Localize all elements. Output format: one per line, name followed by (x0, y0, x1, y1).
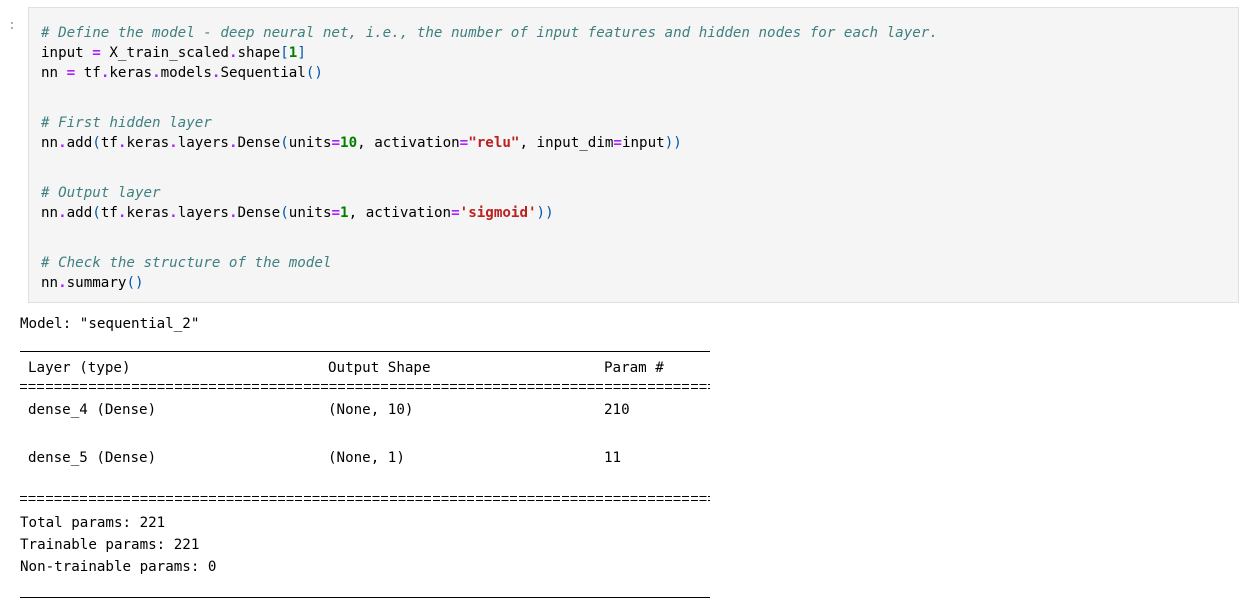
fn-summary: summary (66, 275, 127, 291)
mod-keras: keras (109, 65, 153, 81)
code-line-7: nn.add(tf.keras.layers.Dense(units=1, ac… (41, 205, 554, 221)
mod-tf: tf (100, 135, 118, 151)
cls-dense: Dense (237, 205, 281, 221)
code-line-5: nn.add(tf.keras.layers.Dense(units=10, a… (41, 135, 682, 151)
header-double-rule (20, 384, 710, 390)
cls-sequential: Sequential (220, 65, 306, 81)
var-input: input (41, 45, 84, 61)
var-nn: nn (41, 275, 59, 291)
mod-tf: tf (100, 205, 118, 221)
code-line-6: # Output layer (41, 183, 161, 203)
mod-tf: tf (83, 65, 101, 81)
parens: () (126, 275, 144, 291)
cls-dense: Dense (237, 135, 281, 151)
row-1-shape: (None, 1) (328, 450, 405, 466)
attr-shape: shape (237, 45, 281, 61)
str-sigmoid: 'sigmoid' (459, 205, 537, 221)
header-layer: Layer (type) (28, 360, 131, 376)
kw-activation: activation (365, 205, 452, 221)
code-cell[interactable]: # Define the model - deep neural net, i.… (28, 7, 1239, 303)
code-line-9: nn.summary() (41, 275, 144, 291)
parens: () (305, 65, 323, 81)
kw-units: units (288, 205, 332, 221)
code-line-4: # First hidden layer (41, 113, 212, 133)
mod-keras: keras (126, 135, 170, 151)
comment-output-layer: # Output layer (41, 185, 161, 201)
mod-layers: layers (177, 205, 229, 221)
row-0-shape: (None, 10) (328, 402, 414, 418)
code-line-3: nn = tf.keras.models.Sequential() (41, 65, 323, 81)
bracket-close: ] (297, 45, 306, 61)
row-0-params: 210 (604, 402, 630, 418)
bottom-rule (20, 597, 710, 598)
row-1-layer: dense_5 (Dense) (28, 450, 157, 466)
row-1-params: 11 (604, 450, 622, 466)
header-output-shape: Output Shape (328, 360, 431, 376)
kw-input-dim: input_dim (536, 135, 614, 151)
header-param: Param # (604, 360, 664, 376)
fn-add: add (66, 135, 93, 151)
kw-activation: activation (374, 135, 460, 151)
var-x-train-scaled: X_train_scaled (109, 45, 229, 61)
op-assign: = (92, 45, 101, 61)
var-nn: nn (41, 205, 59, 221)
trainable-params: Trainable params: 221 (20, 537, 200, 553)
comment-first-hidden: # First hidden layer (41, 115, 212, 131)
op-assign: = (66, 65, 76, 81)
var-nn: nn (41, 135, 59, 151)
top-rule (20, 351, 710, 352)
str-relu: "relu" (468, 135, 520, 151)
mod-keras: keras (126, 205, 170, 221)
comment-define-model: # Define the model - deep neural net, i.… (41, 25, 938, 41)
mod-models: models (160, 65, 212, 81)
var-input: input (621, 135, 665, 151)
kw-units: units (288, 135, 332, 151)
cell-prompt: : (8, 18, 16, 33)
footer-double-rule (20, 496, 710, 502)
code-line-1: # Define the model - deep neural net, i.… (41, 23, 938, 43)
comment-check-structure: # Check the structure of the model (41, 255, 332, 271)
num-units: 10 (340, 135, 358, 151)
mod-layers: layers (177, 135, 229, 151)
non-trainable-params: Non-trainable params: 0 (20, 559, 217, 575)
code-line-2: input = X_train_scaled.shape[1] (41, 43, 306, 63)
code-line-8: # Check the structure of the model (41, 253, 331, 273)
fn-add: add (66, 205, 93, 221)
model-label: Model: "sequential_2" (20, 316, 200, 332)
op-dot: . (228, 45, 238, 61)
num-units: 1 (340, 205, 349, 221)
bracket-open: [ (280, 45, 289, 61)
var-nn: nn (41, 65, 59, 81)
total-params: Total params: 221 (20, 515, 166, 531)
row-0-layer: dense_4 (Dense) (28, 402, 157, 418)
